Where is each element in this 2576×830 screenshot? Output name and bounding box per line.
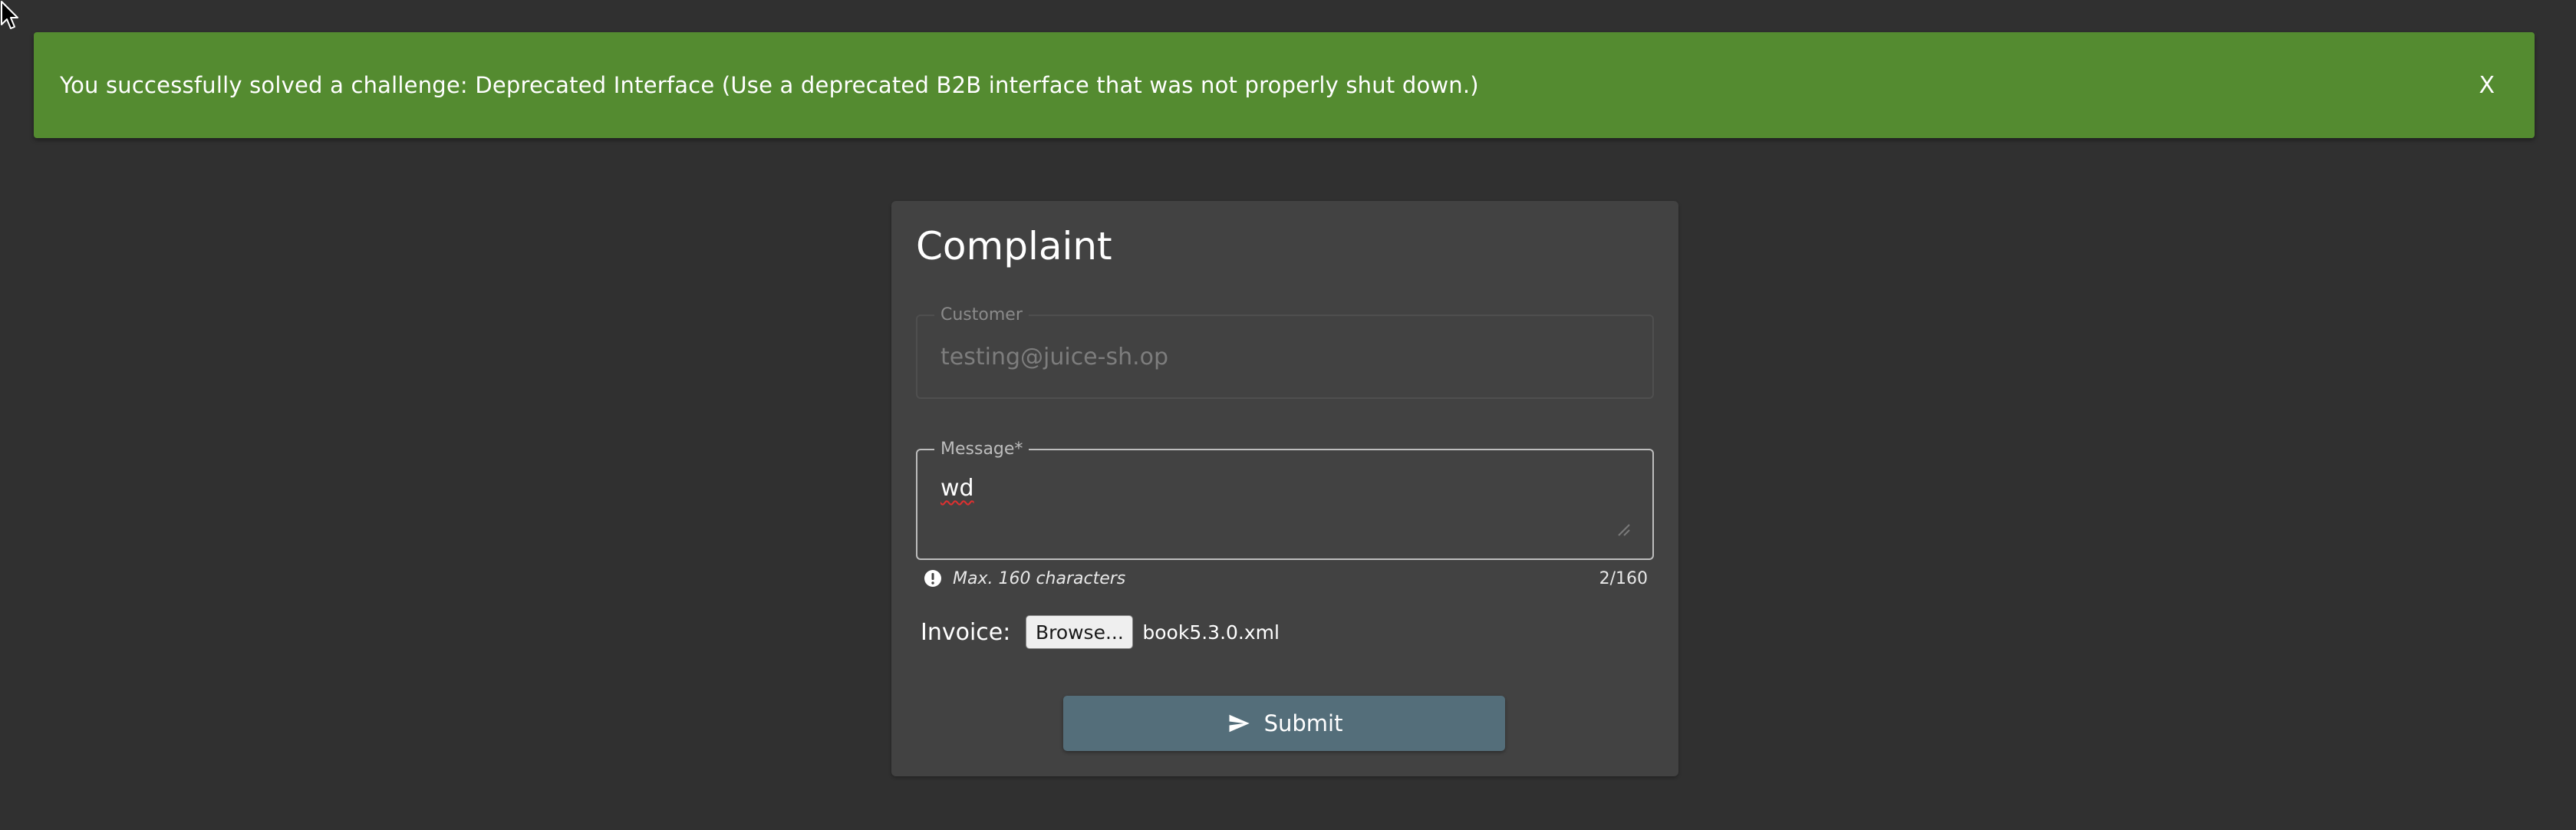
message-field-value[interactable]: wd — [940, 475, 974, 502]
submit-button-label: Submit — [1263, 710, 1343, 736]
message-hint-row: Max. 160 characters 2/160 — [924, 563, 1648, 594]
message-textarea[interactable]: Message* wd — [916, 440, 1654, 560]
page-title: Complaint — [916, 224, 1112, 268]
message-hint: Max. 160 characters — [924, 569, 1125, 588]
send-icon — [1229, 714, 1250, 733]
customer-field-value: testing@juice-sh.op — [940, 344, 1169, 371]
info-icon — [924, 570, 941, 587]
submit-button[interactable]: Submit — [1063, 696, 1505, 751]
customer-field-label: Customer — [934, 305, 1029, 324]
mouse-cursor-icon — [1, 1, 18, 29]
message-hint-text: Max. 160 characters — [953, 568, 1126, 588]
selected-file-name: book5.3.0.xml — [1142, 621, 1280, 644]
invoice-label: Invoice: — [921, 618, 1011, 646]
character-counter: 2/160 — [1599, 568, 1648, 588]
resize-handle-icon[interactable] — [1614, 520, 1631, 537]
notification-message: You successfully solved a challenge: Dep… — [60, 72, 1479, 98]
complaint-card: Complaint Customer testing@juice-sh.op M… — [891, 201, 1678, 776]
message-field-label: Message* — [934, 440, 1029, 459]
notification-close-button[interactable]: X — [2463, 64, 2510, 107]
invoice-row: Invoice: Browse... book5.3.0.xml — [921, 611, 1280, 654]
challenge-solved-notification: You successfully solved a challenge: Dep… — [34, 32, 2535, 138]
browse-file-button[interactable]: Browse... — [1026, 615, 1134, 649]
customer-field: Customer testing@juice-sh.op — [916, 305, 1654, 399]
